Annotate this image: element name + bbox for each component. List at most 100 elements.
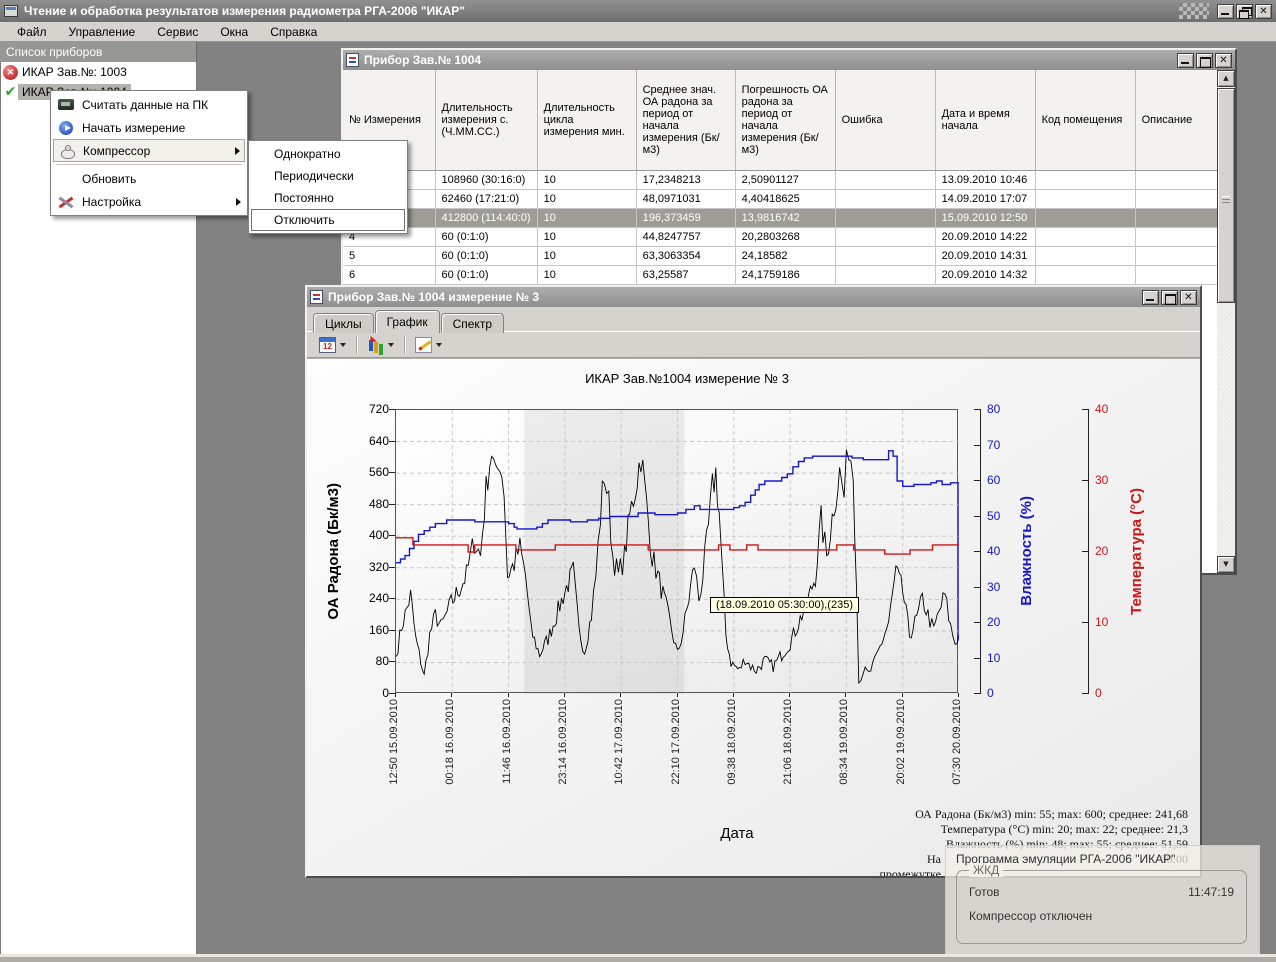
- y-axis-tick-mark: [389, 504, 395, 505]
- submenu-item[interactable]: Однократно: [251, 143, 405, 165]
- table-cell: 10: [537, 265, 636, 284]
- x-axis-tick-label-text: 21:06 18.09.2010: [782, 699, 794, 785]
- table-row[interactable]: 660 (0:1:0)1063,2558724,175918620.09.201…: [343, 265, 1219, 284]
- measurement-maximize-button[interactable]: [1161, 290, 1178, 305]
- table-cell: [1035, 208, 1135, 227]
- column-header[interactable]: Среднее знач. ОА радона за период от нач…: [636, 70, 735, 170]
- table-row[interactable]: 460 (0:1:0)1044,824775720,280326820.09.2…: [343, 227, 1219, 246]
- y-axis-tick-label: 80: [347, 654, 389, 668]
- toolbar-button-calendar[interactable]: [315, 334, 350, 355]
- tab-спектр[interactable]: Спектр: [441, 313, 504, 333]
- context-menu-item[interactable]: Считать данные на ПК: [53, 93, 245, 116]
- table-cell: [1135, 246, 1219, 265]
- x-axis-tick-label-text: 22:10 17.09.2010: [670, 699, 682, 785]
- column-header[interactable]: Дата и время начала: [935, 70, 1035, 170]
- table-cell: [1135, 265, 1219, 284]
- dropdown-arrow-icon[interactable]: [388, 343, 394, 347]
- submenu-item[interactable]: Отключить: [251, 209, 405, 231]
- x-axis-tick-mark: [451, 693, 452, 697]
- device-maximize-button[interactable]: [1196, 53, 1213, 68]
- dropdown-arrow-icon[interactable]: [340, 343, 346, 347]
- device-close-button[interactable]: ✕: [1215, 53, 1232, 68]
- table-cell: [1135, 170, 1219, 189]
- dropdown-arrow-icon[interactable]: [436, 343, 442, 347]
- measurement-close-button[interactable]: ✕: [1180, 290, 1197, 305]
- table-cell: 13.09.2010 10:46: [935, 170, 1035, 189]
- column-header[interactable]: Код помещения: [1035, 70, 1135, 170]
- toolbar-button-export[interactable]: [363, 334, 398, 355]
- table-cell: [1135, 208, 1219, 227]
- table-cell: 14.09.2010 17:07: [935, 189, 1035, 208]
- compressor-icon: [57, 143, 79, 159]
- menubar-item-3[interactable]: Окна: [209, 23, 259, 41]
- stat-fragment-left: На промежутке о: [880, 852, 942, 876]
- table-cell: [1035, 265, 1135, 284]
- column-header[interactable]: Ошибка: [835, 70, 935, 170]
- device-item[interactable]: ИКАР Зав.№: 1003: [1, 62, 196, 82]
- humidity-tick-mark: [974, 516, 980, 517]
- context-menu-item[interactable]: Обновить: [53, 167, 245, 190]
- measurement-minimize-button[interactable]: [1142, 290, 1159, 305]
- humidity-axis-title: Влажность (%): [1013, 409, 1039, 693]
- menubar-item-1[interactable]: Управление: [58, 23, 147, 41]
- scroll-up-button[interactable]: ▲: [1217, 70, 1235, 87]
- restore-button[interactable]: [1236, 4, 1253, 19]
- tab-график[interactable]: График: [375, 310, 440, 333]
- table-row[interactable]: 1108960 (30:16:0)1017,23482132,509011271…: [343, 170, 1219, 189]
- emulator-popup: Программа эмуляции РГА-2006 "ИКАР" ЖКД Г…: [945, 845, 1260, 955]
- table-scrollbar[interactable]: ▲ ▼: [1217, 70, 1235, 573]
- table-cell: 20.09.2010 14:31: [935, 246, 1035, 265]
- x-axis-tick-mark: [733, 693, 734, 697]
- table-cell: 44,8247757: [636, 227, 735, 246]
- submenu-arrow-icon: [236, 198, 241, 206]
- y-axis-tick-label: 480: [347, 497, 389, 511]
- menu-separator: [56, 164, 242, 165]
- tab-циклы[interactable]: Циклы: [313, 313, 374, 333]
- x-axis-tick-mark: [789, 693, 790, 697]
- humidity-axis-line: [980, 409, 981, 694]
- context-menu-item[interactable]: Начать измерение: [53, 116, 245, 139]
- main-titlebar[interactable]: Чтение и обработка результатов измерения…: [0, 0, 1276, 22]
- scroll-down-button[interactable]: ▼: [1217, 556, 1235, 573]
- device-window-titlebar[interactable]: Прибор Зав.№ 1004 ✕: [343, 50, 1235, 70]
- y-axis-tick-label: 560: [347, 465, 389, 479]
- titlebar-grip: [1179, 3, 1209, 19]
- submenu-item[interactable]: Периодически: [251, 165, 405, 187]
- scroll-thumb[interactable]: [1217, 88, 1235, 303]
- menubar-item-2[interactable]: Сервис: [146, 23, 209, 41]
- y-axis-tick-label: 240: [347, 591, 389, 605]
- minimize-button[interactable]: [1217, 4, 1234, 19]
- table-cell: [1135, 189, 1219, 208]
- x-axis-tick-label: 12:50 15.09.2010: [388, 699, 402, 819]
- y-axis-tick-mark: [389, 630, 395, 631]
- x-axis-tick-label-text: 10:42 17.09.2010: [613, 699, 625, 785]
- temperature-tick-mark: [1082, 480, 1088, 481]
- table-cell: [835, 208, 935, 227]
- table-cell: 10: [537, 208, 636, 227]
- close-button[interactable]: ✕: [1255, 4, 1272, 19]
- menubar-item-4[interactable]: Справка: [259, 23, 328, 41]
- table-row[interactable]: 262460 (17:21:0)1048,09710314,4041862514…: [343, 189, 1219, 208]
- submenu-item[interactable]: Постоянно: [251, 187, 405, 209]
- table-row[interactable]: 3412800 (114:40:0)10196,37345913,9816742…: [343, 208, 1219, 227]
- chart-plot[interactable]: [395, 409, 958, 693]
- x-axis-tick-label-text: 09:38 18.09.2010: [726, 699, 738, 785]
- table-row[interactable]: 560 (0:1:0)1063,306335424,1858220.09.201…: [343, 246, 1219, 265]
- menubar-item-0[interactable]: Файл: [6, 23, 58, 41]
- measurement-window-titlebar[interactable]: Прибор Зав.№ 1004 измерение № 3 ✕: [307, 287, 1200, 307]
- table-cell: 20.09.2010 14:22: [935, 227, 1035, 246]
- temperature-axis-title: Температура (°C): [1123, 409, 1149, 693]
- column-header[interactable]: Описание: [1135, 70, 1219, 170]
- table-cell: 60 (0:1:0): [435, 227, 537, 246]
- column-header[interactable]: Длительность цикла измерения мин.: [537, 70, 636, 170]
- context-menu-item[interactable]: Настройка: [53, 190, 245, 213]
- context-menu-item[interactable]: Компрессор: [53, 139, 245, 162]
- temperature-tick-mark: [1082, 409, 1088, 410]
- device-minimize-button[interactable]: [1177, 53, 1194, 68]
- main-title: Чтение и обработка результатов измерения…: [24, 4, 465, 18]
- x-axis-tick-label-text: 07:30 20.09.2010: [951, 699, 963, 785]
- column-header[interactable]: Длительность измерения с. (Ч.ММ.СС.): [435, 70, 537, 170]
- column-header[interactable]: Погрешность ОА радона за период от начал…: [735, 70, 835, 170]
- toolbar-button-edit[interactable]: [411, 334, 446, 355]
- table-cell: 5: [343, 246, 435, 265]
